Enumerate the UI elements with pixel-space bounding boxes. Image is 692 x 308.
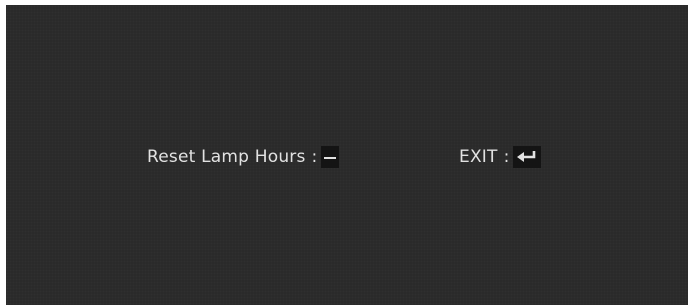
- enter-key[interactable]: [513, 146, 542, 168]
- exit-option[interactable]: EXIT :: [459, 145, 542, 169]
- reset-separator: :: [311, 147, 318, 167]
- reset-lamp-hours-option[interactable]: Reset Lamp Hours :: [147, 145, 340, 169]
- exit-label: EXIT: [459, 147, 498, 167]
- enter-return-icon: [517, 151, 536, 162]
- exit-separator: :: [503, 147, 510, 167]
- osd-prompt-row: Reset Lamp Hours : EXIT :: [6, 145, 688, 169]
- reset-lamp-hours-label: Reset Lamp Hours: [147, 147, 306, 167]
- dash-icon: [324, 157, 337, 159]
- osd-screen: Reset Lamp Hours : EXIT :: [6, 5, 688, 305]
- dash-key[interactable]: [321, 146, 340, 168]
